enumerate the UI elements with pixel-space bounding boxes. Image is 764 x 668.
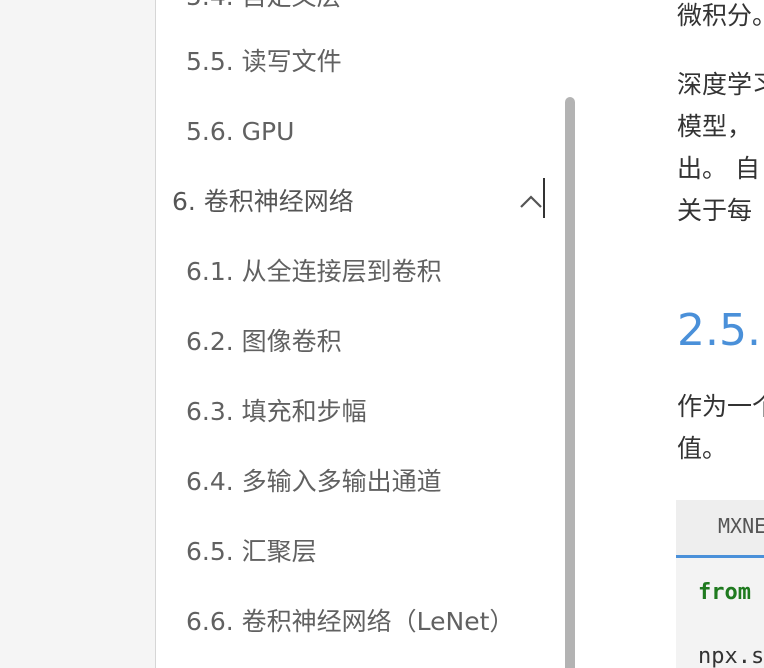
sidebar-item-6-2[interactable]: 6.2. 图像卷积: [186, 327, 342, 357]
content-text-line: 深度学习: [677, 70, 764, 99]
code-line: npx.s: [698, 644, 764, 668]
code-keyword: from: [698, 580, 751, 605]
sidebar-nav: 5.4. 自定义层 5.5. 读写文件 5.6. GPU 6. 卷积神经网络 6…: [155, 0, 576, 668]
content-text-line: 微积分。: [677, 1, 764, 30]
section-heading: 2.5.1: [677, 305, 764, 356]
sidebar-item-5-6[interactable]: 5.6. GPU: [186, 117, 294, 147]
sidebar-section-6[interactable]: 6. 卷积神经网络: [172, 187, 354, 217]
main-content: 微积分。 深度学习 模型， 出。 自 关于每 2.5.1 作为一个 值。 MXN…: [575, 0, 764, 668]
sidebar-item-5-5[interactable]: 5.5. 读写文件: [186, 47, 342, 77]
content-text-line: 作为一个: [677, 392, 764, 421]
code-tab-mxnet[interactable]: MXNET: [676, 500, 764, 558]
content-text-line: 出。 自: [677, 154, 760, 183]
sidebar-item-6-6[interactable]: 6.6. 卷积神经网络（LeNet）: [186, 607, 514, 637]
content-text-line: 值。: [677, 434, 728, 463]
sidebar-item-6-4[interactable]: 6.4. 多输入多输出通道: [186, 467, 442, 497]
left-gutter: [0, 0, 155, 668]
sidebar-item-6-1[interactable]: 6.1. 从全连接层到卷积: [186, 257, 442, 287]
chevron-up-icon[interactable]: [518, 188, 544, 214]
sidebar-item-partial[interactable]: 5.4. 自定义层: [186, 0, 342, 12]
sidebar-scrollbar-thumb[interactable]: [565, 97, 575, 668]
content-text-line: 模型，: [677, 112, 753, 141]
code-block: from npx.s: [676, 558, 764, 668]
text-cursor: [543, 178, 545, 218]
content-text-line: 关于每: [677, 196, 753, 225]
code-tab-label: MXNET: [718, 514, 764, 538]
sidebar-item-6-5[interactable]: 6.5. 汇聚层: [186, 537, 317, 567]
sidebar-item-6-3[interactable]: 6.3. 填充和步幅: [186, 397, 367, 427]
